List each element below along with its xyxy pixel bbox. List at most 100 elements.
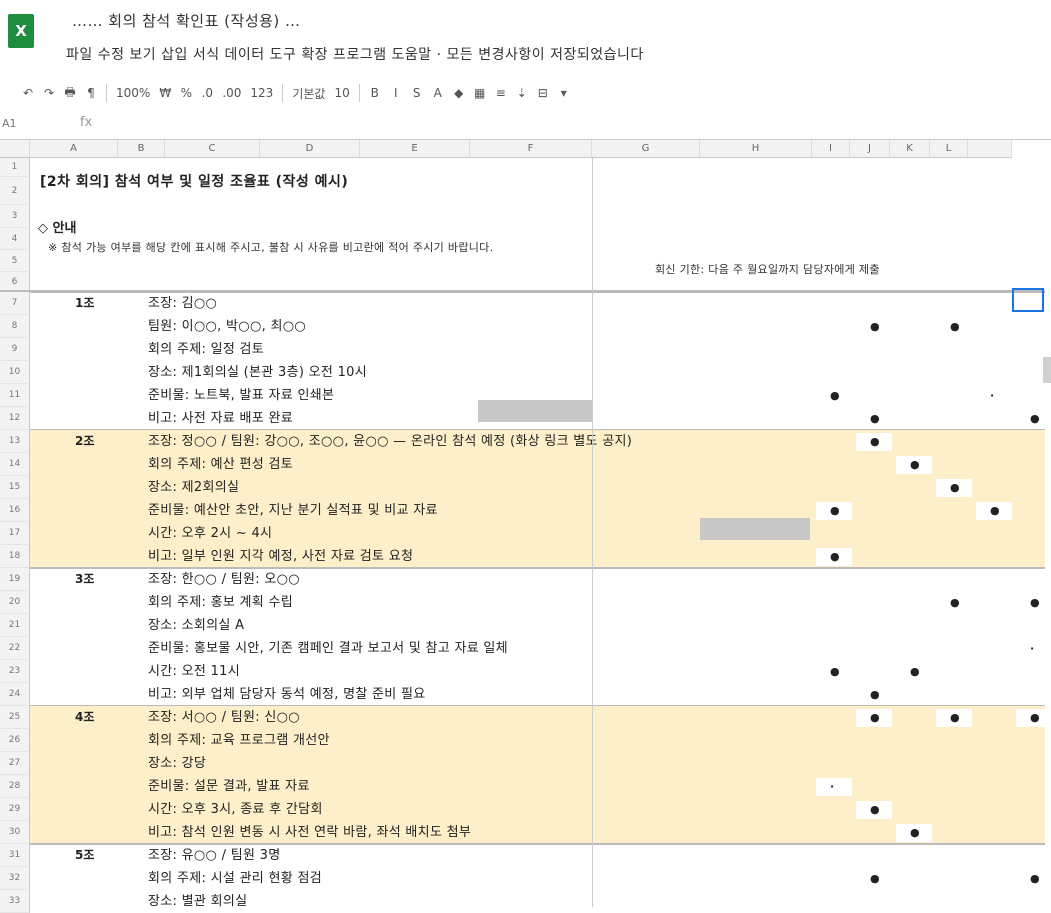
toolbar-button[interactable]: 100%: [116, 86, 150, 100]
table-row[interactable]: 회의 주제: 홍보 계획 수립 ● ●: [30, 591, 1045, 614]
attendance-mark[interactable]: ·: [830, 775, 834, 798]
toolbar-button[interactable]: ¶: [85, 86, 97, 100]
toolbar-button[interactable]: I: [390, 86, 402, 100]
attendance-mark[interactable]: ●: [1030, 706, 1040, 729]
selected-cell[interactable]: [1012, 288, 1044, 312]
toolbar-button[interactable]: ▾: [558, 86, 570, 100]
toolbar-button[interactable]: B: [369, 86, 381, 100]
row-header[interactable]: 11: [0, 384, 30, 407]
attendance-mark[interactable]: ●: [830, 660, 840, 683]
attendance-mark[interactable]: ●: [950, 591, 960, 614]
table-row[interactable]: 시간: 오전 11시 ● ●: [30, 660, 1045, 683]
row-header[interactable]: 22: [0, 637, 30, 660]
attendance-mark[interactable]: ●: [830, 545, 840, 568]
row-header[interactable]: 9: [0, 338, 30, 361]
row-header[interactable]: 23: [0, 660, 30, 683]
toolbar-button[interactable]: ▦: [474, 86, 486, 100]
attendance-mark[interactable]: ●: [870, 706, 880, 729]
toolbar-button[interactable]: S: [411, 86, 423, 100]
table-row[interactable]: 장소: 별관 회의실: [30, 890, 1045, 913]
table-row[interactable]: 회의 주제: 예산 편성 검토 ●: [30, 453, 1045, 476]
attendance-mark[interactable]: ·: [1030, 637, 1034, 660]
sheet-grid[interactable]: [2차 회의] 참석 여부 및 일정 조율표 (작성 예시) ◇ 안내 ※ 참석…: [0, 140, 1051, 913]
row-header[interactable]: 16: [0, 499, 30, 522]
toolbar-button[interactable]: ₩: [159, 86, 171, 100]
spreadsheet-icon[interactable]: X: [8, 14, 34, 48]
table-row[interactable]: 3조 조장: 한○○ / 팀원: 오○○: [30, 568, 1045, 591]
table-row[interactable]: 시간: 오후 2시 ~ 4시: [30, 522, 1045, 545]
row-header[interactable]: 33: [0, 890, 30, 913]
attendance-mark[interactable]: ●: [990, 499, 1000, 522]
row-header[interactable]: 21: [0, 614, 30, 637]
row-header[interactable]: 7: [0, 292, 30, 315]
row-header[interactable]: 27: [0, 752, 30, 775]
toolbar-button[interactable]: .0: [201, 86, 213, 100]
attendance-mark[interactable]: ·: [990, 384, 994, 407]
toolbar-button[interactable]: ↶: [22, 86, 34, 100]
column-header[interactable]: L: [930, 140, 968, 158]
attendance-mark[interactable]: ●: [870, 430, 880, 453]
toolbar-button[interactable]: ↷: [43, 86, 55, 100]
column-header[interactable]: H: [700, 140, 812, 158]
table-row[interactable]: 장소: 제1회의실 (본관 3층) 오전 10시: [30, 361, 1045, 384]
name-box[interactable]: A1: [2, 117, 17, 130]
table-row[interactable]: 비고: 외부 업체 담당자 동석 예정, 명찰 준비 필요 ●: [30, 683, 1045, 706]
row-header[interactable]: 25: [0, 706, 30, 729]
row-header[interactable]: 26: [0, 729, 30, 752]
toolbar-button[interactable]: A: [432, 86, 444, 100]
document-title[interactable]: …… 회의 참석 확인표 (작성용) …: [72, 10, 301, 31]
attendance-mark[interactable]: ●: [870, 407, 880, 430]
column-header[interactable]: G: [592, 140, 700, 158]
table-row[interactable]: 장소: 강당: [30, 752, 1045, 775]
attendance-mark[interactable]: ●: [870, 867, 880, 890]
row-header[interactable]: 24: [0, 683, 30, 706]
table-row[interactable]: 준비물: 예산안 초안, 지난 분기 실적표 및 비교 자료 ● ●: [30, 499, 1045, 522]
row-header[interactable]: 10: [0, 361, 30, 384]
column-header[interactable]: A: [30, 140, 118, 158]
column-header[interactable]: E: [360, 140, 470, 158]
row-header[interactable]: 19: [0, 568, 30, 591]
row-header[interactable]: 3: [0, 205, 30, 228]
table-row[interactable]: 비고: 참석 인원 변동 시 사전 연락 바람, 좌석 배치도 첨부 ●: [30, 821, 1045, 844]
column-header[interactable]: J: [850, 140, 890, 158]
toolbar-button[interactable]: ⇣: [516, 86, 528, 100]
attendance-mark[interactable]: ●: [910, 660, 920, 683]
table-row[interactable]: 회의 주제: 일정 검토: [30, 338, 1045, 361]
attendance-mark[interactable]: ●: [830, 384, 840, 407]
row-header[interactable]: 4: [0, 228, 30, 250]
menu-bar[interactable]: 파일 수정 보기 삽입 서식 데이터 도구 확장 프로그램 도움말 · 모든 변…: [66, 44, 644, 64]
row-header[interactable]: 5: [0, 250, 30, 272]
row-header[interactable]: 29: [0, 798, 30, 821]
row-header[interactable]: 32: [0, 867, 30, 890]
table-row[interactable]: 1조 조장: 김○○: [30, 292, 1045, 315]
row-header[interactable]: 31: [0, 844, 30, 867]
attendance-mark[interactable]: ●: [1030, 591, 1040, 614]
attendance-mark[interactable]: ●: [870, 798, 880, 821]
table-row[interactable]: 회의 주제: 교육 프로그램 개선안: [30, 729, 1045, 752]
attendance-mark[interactable]: ●: [910, 453, 920, 476]
row-header[interactable]: 17: [0, 522, 30, 545]
row-header[interactable]: 14: [0, 453, 30, 476]
attendance-mark[interactable]: ●: [830, 499, 840, 522]
column-header[interactable]: D: [260, 140, 360, 158]
column-header[interactable]: B: [118, 140, 165, 158]
table-row[interactable]: 장소: 제2회의실 ●: [30, 476, 1045, 499]
row-header[interactable]: 6: [0, 272, 30, 292]
table-row[interactable]: 회의 주제: 시설 관리 현황 점검 ● ●: [30, 867, 1045, 890]
filled-cell[interactable]: [700, 518, 810, 540]
row-header[interactable]: 12: [0, 407, 30, 430]
row-header[interactable]: 13: [0, 430, 30, 453]
toolbar-button[interactable]: .00: [222, 86, 241, 100]
column-header[interactable]: C: [165, 140, 260, 158]
table-row[interactable]: 5조 조장: 유○○ / 팀원 3명: [30, 844, 1045, 867]
attendance-mark[interactable]: ●: [950, 706, 960, 729]
toolbar-button[interactable]: 10: [334, 86, 349, 100]
table-row[interactable]: 비고: 일부 인원 지각 예정, 사전 자료 검토 요청 ●: [30, 545, 1045, 568]
row-header[interactable]: 30: [0, 821, 30, 844]
row-header[interactable]: 18: [0, 545, 30, 568]
toolbar-button[interactable]: ◆: [453, 86, 465, 100]
attendance-mark[interactable]: ●: [950, 476, 960, 499]
row-header[interactable]: 20: [0, 591, 30, 614]
row-header[interactable]: 1: [0, 158, 30, 177]
row-header[interactable]: 2: [0, 177, 30, 205]
